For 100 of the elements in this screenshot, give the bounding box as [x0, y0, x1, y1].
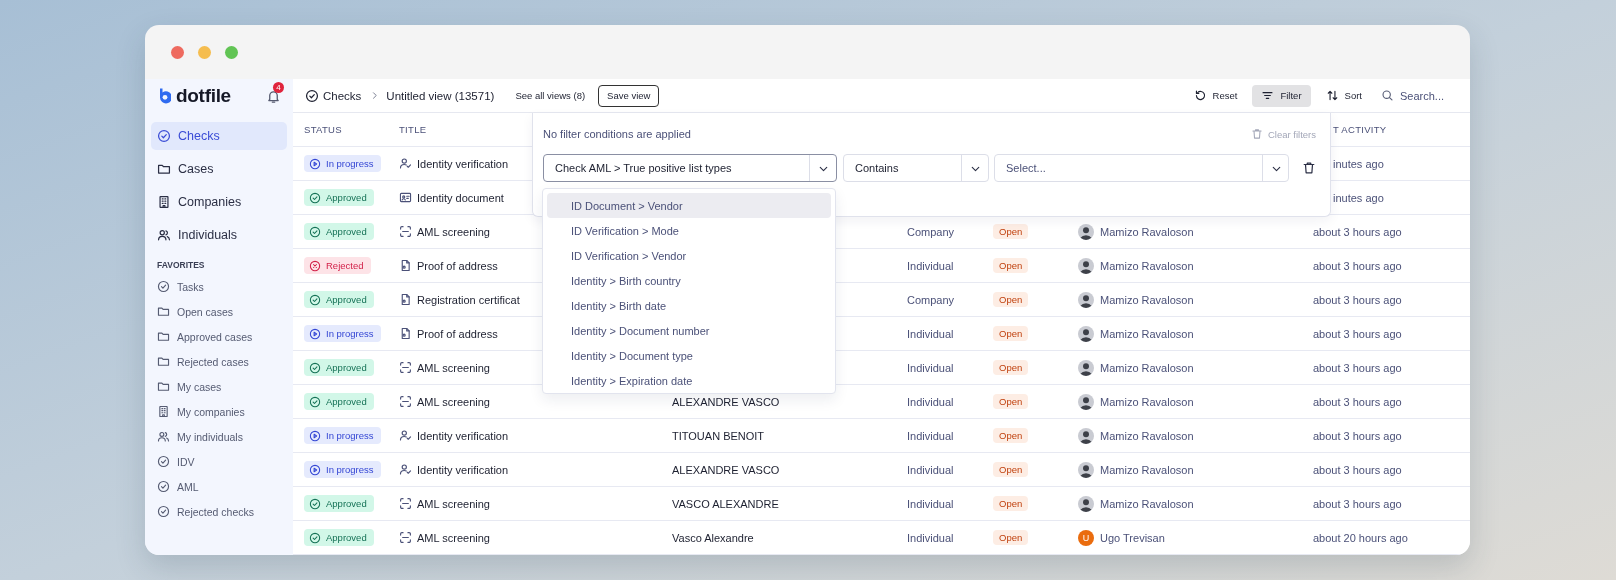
- favorite-item[interactable]: Rejected cases: [145, 349, 287, 374]
- document-icon: [399, 293, 412, 306]
- document-icon: [399, 327, 412, 340]
- play-circle-icon: [309, 157, 321, 170]
- assignee-name: Mamizo Ravaloson: [1100, 327, 1194, 340]
- case-status-tag: Open: [993, 462, 1029, 477]
- operator-select[interactable]: Contains: [843, 154, 989, 182]
- favorite-item[interactable]: AML: [145, 474, 287, 499]
- favorite-item[interactable]: My individuals: [145, 424, 287, 449]
- play-circle-icon: [309, 327, 321, 340]
- avatar-icon: [1078, 325, 1094, 342]
- entity-type: Individual: [907, 327, 954, 340]
- section-heading: FAVORITES: [157, 259, 206, 271]
- case-status-tag: Open: [993, 292, 1029, 307]
- search-field[interactable]: Search...: [1400, 89, 1458, 102]
- status-text: Approved: [326, 362, 367, 373]
- sidebar-item[interactable]: Checks: [151, 122, 287, 150]
- dropdown-option[interactable]: ID Document > Vendor: [547, 193, 831, 218]
- entity-type: Individual: [907, 429, 954, 442]
- filter-button[interactable]: Filter: [1252, 84, 1311, 107]
- check-title: Identity verification: [417, 463, 509, 476]
- dropdown-option[interactable]: ID Verification > Vendor: [547, 243, 831, 268]
- favorite-item[interactable]: Open cases: [145, 299, 287, 324]
- entity-name: ALEXANDRE VASCO: [672, 395, 780, 408]
- last-activity: inutes ago: [1333, 191, 1384, 204]
- check-circle-icon: [309, 497, 321, 510]
- window-control-button[interactable]: [225, 45, 238, 59]
- status-text: Approved: [326, 532, 367, 543]
- favorite-item[interactable]: IDV: [145, 449, 287, 474]
- document-icon: [399, 259, 412, 272]
- sort-button[interactable]: Sort: [1316, 84, 1371, 107]
- last-activity: inutes ago: [1333, 157, 1384, 170]
- people-icon: [157, 430, 170, 443]
- check-title: AML screening: [417, 395, 490, 408]
- assignee-name: Mamizo Ravaloson: [1100, 259, 1194, 272]
- window-control-button[interactable]: [171, 45, 184, 59]
- save-view-button[interactable]: Save view: [598, 84, 660, 107]
- avatar-icon: [1078, 393, 1094, 410]
- sidebar-item[interactable]: Cases: [151, 155, 287, 183]
- empty-filter-message: No filter conditions are applied: [543, 128, 691, 140]
- entity-name: TITOUAN BENOIT: [672, 429, 765, 442]
- logo-icon: [157, 87, 171, 105]
- window-control-button[interactable]: [198, 45, 211, 59]
- scan-icon: [399, 225, 412, 238]
- filter-icon: [1261, 89, 1275, 102]
- check-circle-icon: [309, 191, 321, 204]
- sidebar-item[interactable]: Individuals: [151, 221, 287, 249]
- column-header: STATUS: [304, 124, 342, 135]
- check-title: AML screening: [417, 361, 490, 374]
- check-circle-icon: [157, 505, 170, 518]
- views-link[interactable]: See all views (8): [513, 87, 588, 104]
- last-activity: about 3 hours ago: [1313, 497, 1402, 510]
- avatar-icon: [1078, 359, 1094, 376]
- assignee-name: Mamizo Ravaloson: [1100, 225, 1194, 238]
- entity-type: Individual: [907, 531, 954, 544]
- dropdown-option[interactable]: Identity > Birth date: [547, 293, 831, 318]
- sidebar-item[interactable]: Companies: [151, 188, 287, 216]
- status-text: Approved: [326, 498, 367, 509]
- check-circle-icon: [309, 293, 321, 306]
- breadcrumb-link[interactable]: Checks: [305, 88, 362, 103]
- scan-icon: [399, 361, 412, 374]
- dropdown-option[interactable]: Identity > Expiration date: [547, 368, 831, 393]
- folder-icon: [157, 330, 170, 343]
- favorite-item[interactable]: Approved cases: [145, 324, 287, 349]
- case-status-tag: Open: [993, 258, 1029, 273]
- last-activity: about 3 hours ago: [1313, 361, 1402, 374]
- case-status-tag: Open: [993, 326, 1029, 341]
- last-activity: about 3 hours ago: [1313, 429, 1402, 442]
- check-circle-icon: [305, 88, 319, 103]
- check-circle-icon: [309, 361, 321, 374]
- bell-icon: [266, 88, 281, 104]
- dropdown-option[interactable]: Identity > Document type: [547, 343, 831, 368]
- favorite-item[interactable]: Rejected checks: [145, 499, 287, 524]
- case-status-tag: Open: [993, 496, 1029, 511]
- field-select[interactable]: Check AML > True positive list types: [543, 154, 837, 182]
- dropdown-option[interactable]: Identity > Document number: [547, 318, 831, 343]
- folder-icon: [157, 162, 171, 176]
- favorite-item[interactable]: Tasks: [145, 274, 287, 299]
- value-select[interactable]: Select...: [994, 154, 1289, 182]
- favorite-item[interactable]: My cases: [145, 374, 287, 399]
- trash-icon: [1302, 161, 1316, 175]
- check-title: Registration certificat: [417, 293, 520, 306]
- favorite-item[interactable]: My companies: [145, 399, 287, 424]
- play-circle-icon: [309, 429, 321, 442]
- status-text: Approved: [326, 294, 367, 305]
- entity-type: Company: [907, 225, 955, 238]
- column-header: T ACTIVITY: [1333, 124, 1387, 135]
- delete-button[interactable]: [1302, 161, 1316, 175]
- avatar-icon: [1078, 257, 1094, 274]
- avatar-icon: [1078, 291, 1094, 308]
- building-icon: [157, 195, 171, 209]
- avatar-icon: [1078, 461, 1094, 478]
- assignee-name: Ugo Trevisan: [1100, 531, 1165, 544]
- status-text: Rejected: [326, 260, 364, 271]
- dropdown-option[interactable]: Identity > Birth country: [547, 268, 831, 293]
- assignee-name: Mamizo Ravaloson: [1100, 497, 1194, 510]
- reset-button[interactable]: Reset: [1184, 84, 1247, 107]
- dropdown-option[interactable]: ID Verification > Mode: [547, 218, 831, 243]
- status-text: Approved: [326, 396, 367, 407]
- assignee-name: Mamizo Ravaloson: [1100, 293, 1194, 306]
